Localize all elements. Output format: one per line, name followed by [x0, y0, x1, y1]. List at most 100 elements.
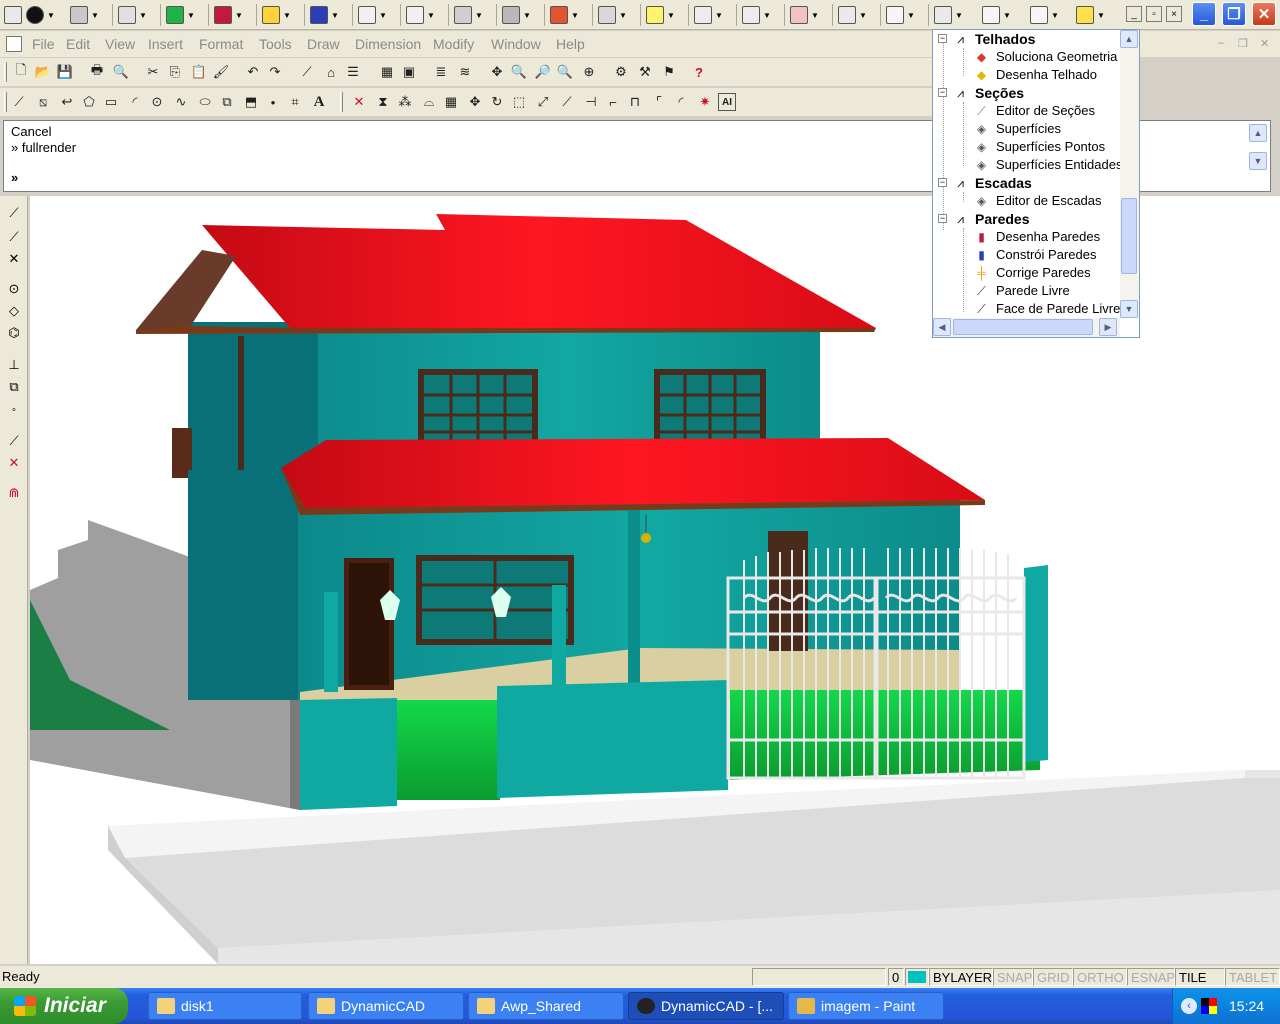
ray-icon[interactable]: ⟋ [5, 228, 23, 246]
stretch-icon[interactable]: ⤢ [534, 93, 552, 111]
scroll-down-icon[interactable]: ▼ [1249, 152, 1267, 170]
line-icon[interactable]: ⟋ [5, 204, 23, 222]
menu-dimension[interactable]: Dimension [355, 36, 421, 52]
line-icon[interactable]: ⟋ [298, 63, 316, 81]
tree-category-paredes[interactable]: − ⩘ Paredes [933, 210, 1121, 228]
tree-dropdown[interactable]: ▼ [934, 4, 963, 26]
redo-icon[interactable]: ↷ [266, 63, 284, 81]
tool-icon[interactable]: ⚒ [636, 63, 654, 81]
node-icon[interactable]: ∘ [5, 400, 23, 418]
menu-view[interactable]: View [105, 36, 135, 52]
menu-modify[interactable]: Modify [433, 36, 474, 52]
menu-draw[interactable]: Draw [307, 36, 340, 52]
zoom-window-icon[interactable]: 🔎 [534, 63, 552, 81]
tree-category-escadas[interactable]: − ⩘ Escadas [933, 174, 1121, 192]
break-icon[interactable]: ⌐ [604, 93, 622, 111]
layer-dropdown[interactable]: ▼ [70, 4, 99, 26]
hatch-icon[interactable]: ⌗ [286, 93, 304, 111]
surface-dropdown[interactable]: ▼ [454, 4, 483, 26]
copy-object-icon[interactable]: ⁂ [396, 93, 414, 111]
make-block-icon[interactable]: ⬒ [242, 93, 260, 111]
intersection-icon[interactable]: ✕ [5, 250, 23, 268]
esnap-toggle[interactable]: ESNAP [1127, 968, 1175, 986]
ellipse-icon[interactable]: ⬭ [196, 93, 214, 111]
pan-icon[interactable]: ✥ [488, 63, 506, 81]
table-dropdown[interactable]: ▼ [1030, 4, 1059, 26]
close-button[interactable]: ✕ [1252, 2, 1276, 26]
scroll-thumb[interactable] [953, 319, 1093, 335]
rotate-icon[interactable]: ↻ [488, 93, 506, 111]
task-awp-shared[interactable]: Awp_Shared [468, 992, 624, 1020]
scale-icon[interactable]: ⬚ [510, 93, 528, 111]
menu-insert[interactable]: Insert [148, 36, 183, 52]
polygon-icon[interactable]: ⬠ [80, 93, 98, 111]
quadrant-icon[interactable]: ⌬ [5, 324, 23, 342]
menu-help[interactable]: Help [556, 36, 585, 52]
window-dropdown[interactable]: ▼ [982, 4, 1011, 26]
circle-icon[interactable]: ⊙ [148, 93, 166, 111]
move-icon[interactable]: ✥ [466, 93, 484, 111]
tree-category-telhados[interactable]: − ⩘ Telhados [933, 30, 1121, 48]
tree-item-face-de-parede-livre[interactable]: ⟋ Face de Parede Livre [933, 300, 1121, 318]
find-dropdown[interactable]: ▼ [1076, 4, 1105, 26]
grid-toggle[interactable]: GRID [1033, 968, 1073, 986]
trim-icon[interactable]: ⟋ [558, 93, 576, 111]
geometry-dropdown[interactable]: ▼ [166, 4, 195, 26]
tree-horizontal-scrollbar[interactable]: ◀ ▶ [933, 318, 1120, 337]
task-disk1[interactable]: disk1 [148, 992, 302, 1020]
tile-toggle[interactable]: TILE [1175, 968, 1225, 986]
offset-icon[interactable]: ⌓ [420, 93, 438, 111]
measure-dropdown[interactable]: ▼ [742, 4, 771, 26]
task-dynamiccad-folder[interactable]: DynamicCAD [308, 992, 464, 1020]
menu-edit[interactable]: Edit [66, 36, 90, 52]
clock[interactable]: 15:24 [1229, 998, 1264, 1014]
perpendicular-icon[interactable]: ⊥ [5, 356, 23, 374]
orbit-dropdown[interactable]: ▼ [26, 4, 55, 26]
layer-box[interactable]: 0 [888, 968, 904, 986]
solid-dropdown[interactable]: ▼ [214, 4, 243, 26]
section-dropdown[interactable]: ▼ [790, 4, 819, 26]
new-icon[interactable]: 🗋 [12, 62, 30, 81]
menu-tools[interactable]: Tools [259, 36, 292, 52]
zoom-extents-icon[interactable]: ⊕ [580, 63, 598, 81]
print-icon[interactable]: 🖶 [88, 62, 106, 81]
tablet-toggle[interactable]: TABLET [1225, 968, 1280, 986]
tree-item-editor-de-escadas[interactable]: ◈ Editor de Escadas [933, 192, 1121, 210]
ortho-toggle[interactable]: ORTHO [1073, 968, 1127, 986]
dim-dropdown[interactable]: ▼ [886, 4, 915, 26]
task-paint[interactable]: imagem - Paint [788, 992, 944, 1020]
text-icon[interactable]: A [310, 93, 328, 111]
text-edit-icon[interactable]: AI [718, 93, 736, 111]
design-center-icon[interactable]: ▣ [400, 63, 418, 81]
minimize-button[interactable]: _ [1192, 2, 1216, 26]
line-icon[interactable]: ⟋ [10, 93, 28, 111]
tangent-icon[interactable]: ◇ [5, 302, 23, 320]
tree-item-desenha-telhado[interactable]: ◆ Desenha Telhado [933, 66, 1121, 84]
point-icon[interactable]: • [264, 93, 282, 111]
scroll-up-icon[interactable]: ▲ [1249, 124, 1267, 142]
insert-icon[interactable]: ⧉ [5, 378, 23, 396]
color-box[interactable] [905, 968, 929, 986]
properties-icon[interactable]: ▦ [378, 63, 396, 81]
scroll-up-icon[interactable]: ▲ [1120, 30, 1138, 48]
scroll-left-icon[interactable]: ◀ [933, 318, 951, 336]
undo-dropdown[interactable]: ▼ [646, 4, 675, 26]
erase-icon[interactable]: ✕ [350, 93, 368, 111]
layers-icon[interactable]: ≣ [432, 63, 450, 81]
arc-icon[interactable]: ◜ [126, 93, 144, 111]
shape-dropdown[interactable]: ▼ [406, 4, 435, 26]
wall-dropdown[interactable]: ▼ [262, 4, 291, 26]
spline-icon[interactable]: ∿ [172, 93, 190, 111]
roof-dropdown[interactable]: ▼ [502, 4, 531, 26]
tree-item-superficies[interactable]: ◈ Superfícies [933, 120, 1121, 138]
mdi-minimize-button[interactable]: _ [1126, 6, 1142, 22]
edit-dropdown[interactable]: ▼ [358, 4, 387, 26]
undo-icon[interactable]: ↶ [244, 63, 262, 81]
task-dynamiccad-app[interactable]: DynamicCAD - [... [628, 992, 784, 1020]
scroll-down-icon[interactable]: ▼ [1120, 300, 1138, 318]
extend-icon[interactable]: ⊣ [582, 93, 600, 111]
copy-icon[interactable]: ⎘ [166, 63, 184, 81]
doc-close-button[interactable]: ✕ [1260, 37, 1269, 50]
command-scrollbar[interactable]: ▲ ▼ [1249, 124, 1269, 174]
color-label[interactable]: BYLAYER [929, 968, 993, 986]
